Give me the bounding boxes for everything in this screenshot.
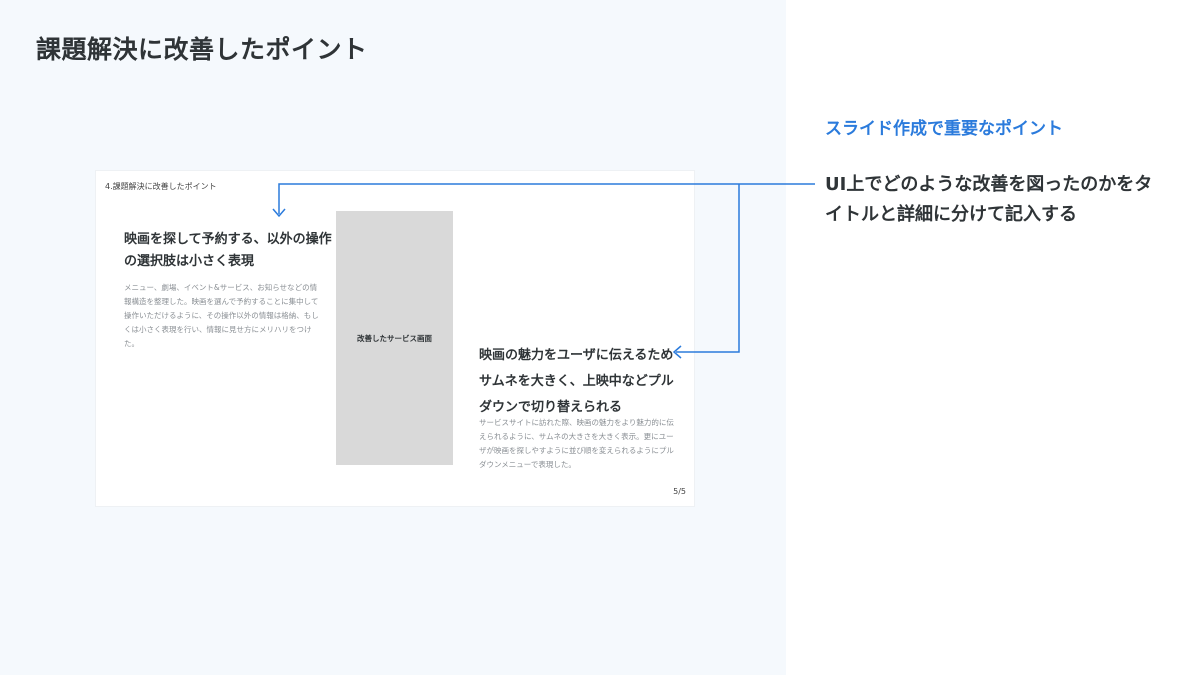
point1-title: 映画を探して予約する、以外の操作の選択肢は小さく表現 (124, 232, 332, 269)
page-title: 課題解決に改善したポイント (36, 35, 368, 64)
note-body: UI上でどのような改善を図ったのかをタイトルと詳細に分けて記入する (825, 174, 1153, 225)
point2-body: サービスサイトに訪れた際、映画の魅力をより魅力的に伝えられるように、サムネの大き… (479, 418, 674, 469)
note-heading: スライド作成で重要なポイント (825, 119, 1063, 139)
slide-preview: 4.課題解決に改善したポイント 映画を探して予約する、以外の操作の選択肢は小さく… (95, 170, 695, 507)
page-number: 5/5 (673, 487, 686, 496)
point2-title: 映画の魅力をユーザに伝えるためサムネを大きく、上映中などプルダウンで切り替えられ… (479, 348, 674, 415)
slide-header: 4.課題解決に改善したポイント (105, 182, 217, 191)
placeholder-label: 改善したサービス画面 (357, 334, 432, 343)
screen-placeholder: 改善したサービス画面 (336, 211, 453, 465)
point1-body: メニュー、劇場、イベント&サービス、お知らせなどの情報構造を整理した。映画を選ん… (124, 283, 319, 348)
